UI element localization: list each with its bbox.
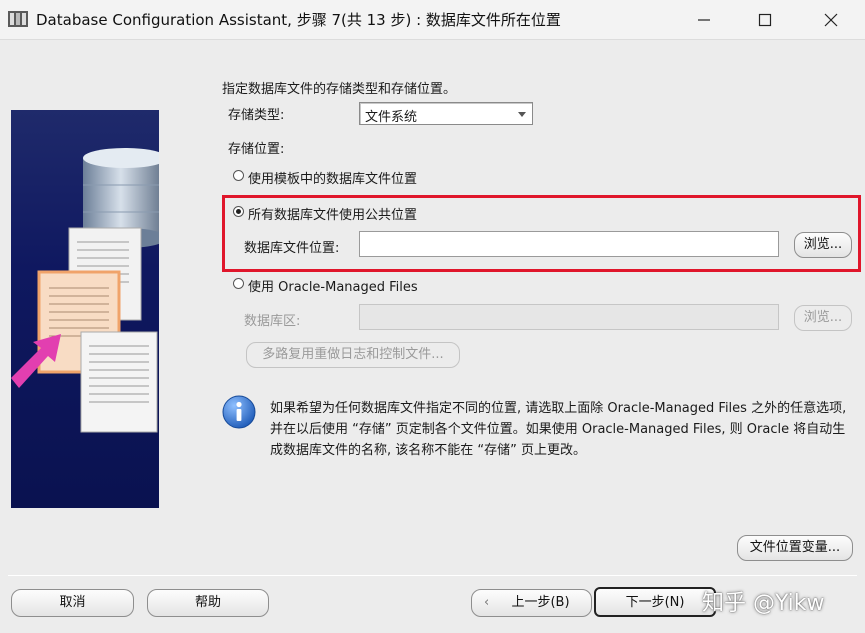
- footer-divider: [8, 575, 857, 576]
- chevron-down-icon: [518, 112, 526, 117]
- title-bar: Database Configuration Assistant, 步骤 7(共…: [0, 0, 865, 40]
- storage-type-value: 文件系统: [365, 110, 418, 125]
- browse-button[interactable]: 浏览...: [794, 232, 852, 258]
- minimize-button[interactable]: [681, 0, 727, 40]
- next-button[interactable]: 下一步(N): [594, 587, 716, 617]
- back-button-label: 上一步(B): [511, 595, 570, 610]
- watermark: 知乎 @Yikw: [702, 591, 825, 616]
- close-button[interactable]: [808, 0, 854, 40]
- wizard-illustration: [11, 110, 159, 508]
- intro-text: 指定数据库文件的存储类型和存储位置。: [222, 82, 457, 97]
- multiplex-redo-button[interactable]: 多路复用重做日志和控制文件...: [246, 342, 460, 368]
- db-area-label: 数据库区:: [244, 314, 301, 329]
- info-icon: [222, 395, 256, 429]
- radio-template-location[interactable]: [233, 170, 244, 181]
- db-file-location-label: 数据库文件位置:: [244, 241, 340, 256]
- cancel-button[interactable]: 取消: [11, 589, 134, 617]
- maximize-button[interactable]: [742, 0, 788, 40]
- storage-type-select[interactable]: 文件系统: [359, 102, 533, 125]
- db-area-input[interactable]: [359, 304, 779, 330]
- app-icon: [8, 11, 28, 27]
- database-files-illustration: [11, 148, 159, 433]
- info-note: 如果希望为任何数据库文件指定不同的位置, 请选取上面除 Oracle-Manag…: [270, 401, 847, 458]
- back-button[interactable]: ‹ 上一步(B): [471, 589, 592, 617]
- radio-oracle-managed[interactable]: [233, 278, 244, 289]
- help-button[interactable]: 帮助: [147, 589, 269, 617]
- storage-location-label: 存储位置:: [228, 142, 285, 157]
- option-template-location-label: 使用模板中的数据库文件位置: [248, 172, 418, 187]
- minimize-icon: [698, 19, 710, 21]
- option-oracle-managed-label: 使用 Oracle-Managed Files: [248, 280, 418, 295]
- db-file-location-input[interactable]: [359, 231, 779, 257]
- file-location-variables-button[interactable]: 文件位置变量...: [737, 535, 853, 561]
- radio-common-location[interactable]: [233, 206, 244, 217]
- option-common-location-label: 所有数据库文件使用公共位置: [248, 208, 418, 223]
- storage-type-label: 存储类型:: [228, 108, 285, 123]
- maximize-icon: [758, 13, 772, 27]
- chevron-left-icon: ‹: [484, 595, 490, 610]
- browse-db-area-button[interactable]: 浏览...: [794, 305, 852, 331]
- close-icon: [824, 13, 838, 27]
- window-title: Database Configuration Assistant, 步骤 7(共…: [36, 11, 561, 29]
